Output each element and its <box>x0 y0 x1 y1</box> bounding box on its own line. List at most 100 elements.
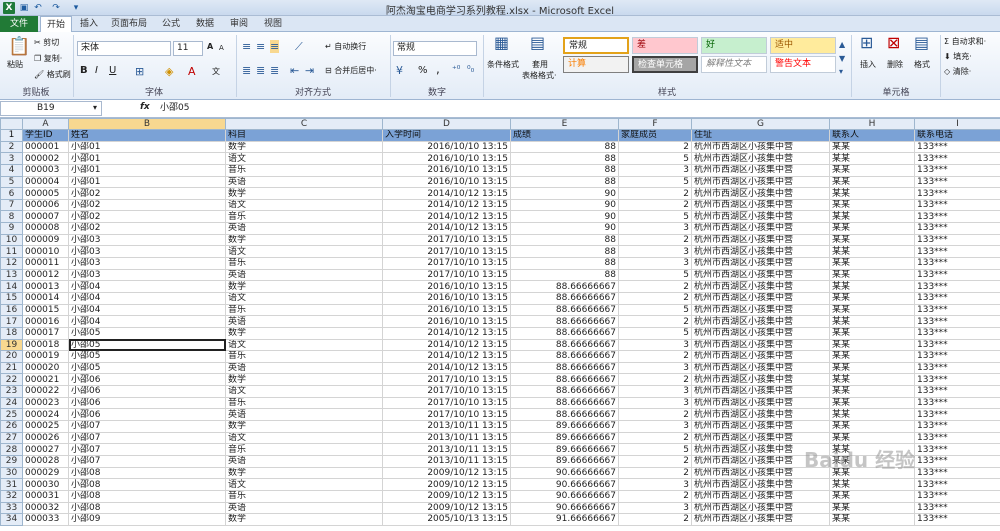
cell[interactable]: 2 <box>618 466 692 480</box>
cell[interactable]: 3 <box>618 501 692 515</box>
cell[interactable]: 小邵03 <box>68 245 226 259</box>
shrink-font-button[interactable]: A <box>219 43 224 53</box>
cell[interactable]: 英语 <box>225 268 383 282</box>
cell[interactable]: 小邵08 <box>68 489 226 503</box>
cell[interactable]: 2 <box>618 198 692 212</box>
cell[interactable]: 2017/10/10 13:15 <box>382 396 511 410</box>
column-header-h[interactable]: H <box>829 118 915 130</box>
cell[interactable]: 数学 <box>225 513 383 526</box>
cell[interactable]: 杭州市西湖区小孩集中营 <box>691 478 830 491</box>
bold-button[interactable]: B <box>80 66 88 76</box>
cell[interactable]: 133*** <box>914 326 1000 340</box>
cell[interactable]: 88 <box>510 140 619 154</box>
style-warning[interactable]: 警告文本 <box>770 56 836 73</box>
cell[interactable]: 某某 <box>829 303 915 317</box>
cell[interactable]: 英语 <box>225 361 383 375</box>
row-header[interactable]: 30 <box>0 466 23 480</box>
cell[interactable]: 3 <box>618 361 692 375</box>
cell[interactable]: 90.66666667 <box>510 501 619 515</box>
cell[interactable]: 133*** <box>914 513 1000 526</box>
cell[interactable]: 2009/10/12 13:15 <box>382 466 511 480</box>
row-header[interactable]: 34 <box>0 513 23 526</box>
cell[interactable]: 2016/10/10 13:15 <box>382 175 511 189</box>
cell[interactable]: 2017/10/10 13:15 <box>382 245 511 259</box>
cell[interactable]: 133*** <box>914 373 1000 387</box>
style-bad[interactable]: 差 <box>632 37 698 54</box>
wrap-text-button[interactable]: ↵ 自动换行 <box>325 42 366 52</box>
delete-cells-icon[interactable]: ⊠ <box>887 35 900 51</box>
cell[interactable]: 88.66666667 <box>510 338 619 352</box>
cell[interactable]: 某某 <box>829 396 915 410</box>
cell[interactable]: 2 <box>618 489 692 503</box>
row-header[interactable]: 13 <box>0 268 23 282</box>
cell[interactable]: 数学 <box>225 466 383 480</box>
cell[interactable]: 某某 <box>829 187 915 200</box>
font-name-select[interactable]: 宋体 <box>77 41 171 56</box>
cell[interactable]: 89.66666667 <box>510 443 619 456</box>
cell[interactable]: 小邵04 <box>68 315 226 328</box>
cell[interactable]: 000014 <box>22 291 69 305</box>
cell[interactable]: 90.66666667 <box>510 478 619 491</box>
header-cell[interactable]: 姓名 <box>68 129 226 142</box>
cell[interactable]: 小邵02 <box>68 198 226 212</box>
cell[interactable]: 133*** <box>914 291 1000 305</box>
cell[interactable]: 英语 <box>225 222 383 235</box>
cell[interactable]: 133*** <box>914 454 1000 468</box>
cell[interactable]: 5 <box>618 326 692 340</box>
cell[interactable]: 杭州市西湖区小孩集中营 <box>691 326 830 340</box>
cell[interactable]: 000011 <box>22 257 69 270</box>
insert-cells-icon[interactable]: ⊞ <box>860 35 873 51</box>
header-cell[interactable]: 联系电话 <box>914 129 1000 142</box>
cell[interactable]: 小邵07 <box>68 420 226 433</box>
number-format-select[interactable]: 常规 <box>393 41 477 56</box>
cell[interactable]: 某某 <box>829 280 915 293</box>
cell[interactable]: 小邵08 <box>68 478 226 491</box>
row-header[interactable]: 25 <box>0 408 23 422</box>
header-cell[interactable]: 学生ID <box>22 129 69 142</box>
align-middle-icon[interactable]: ≡ <box>256 40 265 53</box>
cell[interactable]: 语文 <box>225 245 383 259</box>
name-box-dropdown-icon[interactable]: ▾ <box>93 103 97 112</box>
cell[interactable]: 000022 <box>22 385 69 398</box>
font-size-select[interactable]: 11 <box>173 41 203 56</box>
cell[interactable]: 90 <box>510 222 619 235</box>
cell[interactable]: 000007 <box>22 210 69 224</box>
cell[interactable]: 2009/10/12 13:15 <box>382 478 511 491</box>
cell[interactable]: 5 <box>618 175 692 189</box>
cell[interactable]: 000020 <box>22 361 69 375</box>
row-header[interactable]: 5 <box>0 175 23 189</box>
cell[interactable]: 3 <box>618 338 692 352</box>
cell[interactable]: 88.66666667 <box>510 350 619 363</box>
row-header[interactable]: 29 <box>0 454 23 468</box>
cell[interactable]: 000028 <box>22 454 69 468</box>
align-top-icon[interactable]: ≡ <box>242 40 251 53</box>
row-header[interactable]: 11 <box>0 245 23 259</box>
cell[interactable]: 2016/10/10 13:15 <box>382 291 511 305</box>
cell[interactable]: 2014/10/12 13:15 <box>382 187 511 200</box>
cell[interactable]: 133*** <box>914 152 1000 165</box>
align-center-icon[interactable]: ≣ <box>256 64 265 77</box>
cell[interactable]: 音乐 <box>225 163 383 177</box>
cell[interactable]: 某某 <box>829 408 915 422</box>
cell[interactable]: 133*** <box>914 466 1000 480</box>
cell[interactable]: 杭州市西湖区小孩集中营 <box>691 420 830 433</box>
row-header[interactable]: 26 <box>0 420 23 433</box>
cell[interactable]: 2014/10/12 13:15 <box>382 350 511 363</box>
cell[interactable]: 某某 <box>829 210 915 224</box>
cell[interactable]: 2 <box>618 315 692 328</box>
cell[interactable]: 杭州市西湖区小孩集中营 <box>691 396 830 410</box>
cell[interactable]: 133*** <box>914 268 1000 282</box>
cell[interactable]: 某某 <box>829 361 915 375</box>
cell[interactable]: 杭州市西湖区小孩集中营 <box>691 233 830 247</box>
cell[interactable]: 某某 <box>829 478 915 491</box>
styles-scroll-down-icon[interactable]: ▼ <box>839 52 845 65</box>
cell[interactable]: 英语 <box>225 175 383 189</box>
column-header-c[interactable]: C <box>225 118 383 130</box>
cell[interactable]: 88.66666667 <box>510 385 619 398</box>
cell[interactable]: 某某 <box>829 257 915 270</box>
cell[interactable]: 133*** <box>914 361 1000 375</box>
cell[interactable]: 2 <box>618 431 692 445</box>
cell[interactable]: 000029 <box>22 466 69 480</box>
cell[interactable]: 杭州市西湖区小孩集中营 <box>691 408 830 422</box>
cell[interactable]: 杭州市西湖区小孩集中营 <box>691 140 830 154</box>
